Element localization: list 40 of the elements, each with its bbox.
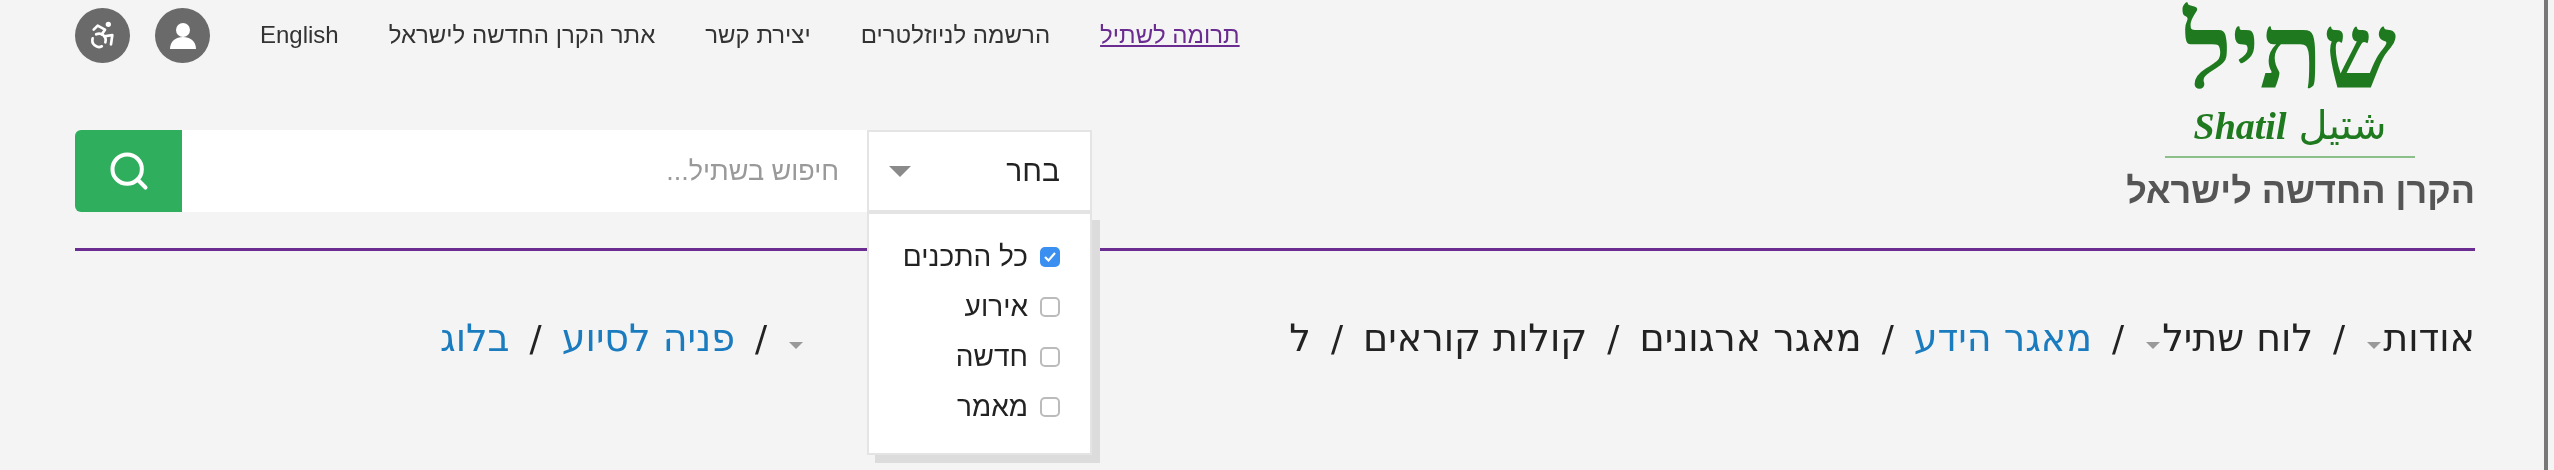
breadcrumb-separator: /	[2112, 317, 2125, 359]
accessibility-button[interactable]	[75, 7, 130, 63]
breadcrumb-separator: /	[1607, 317, 1620, 359]
checkbox[interactable]	[1040, 247, 1060, 267]
logo-tagline: הקרן החדשה לישראל	[2125, 170, 2475, 212]
logo-wordmark: שתיל	[2183, 2, 2397, 102]
logo-latin-text: Shatil	[2193, 104, 2287, 148]
breadcrumb-separator: /	[755, 317, 768, 359]
nav-link[interactable]: לוח שתיל	[2162, 316, 2314, 360]
breadcrumb-separator: /	[529, 317, 542, 359]
nav-link[interactable]: מאגר ארגונים	[1639, 316, 1862, 360]
search-field[interactable]: חיפוש בשתיל...	[182, 130, 867, 212]
nav-link[interactable]: קולות קוראים	[1363, 316, 1588, 360]
search-button[interactable]	[75, 130, 182, 212]
caret-icon	[889, 165, 911, 177]
breadcrumb-separator: /	[1881, 317, 1894, 359]
breadcrumb-separator: /	[1330, 317, 1344, 359]
breadcrumb-separator: /	[2333, 317, 2346, 359]
filter-option[interactable]: אירוע	[869, 292, 1060, 322]
filter-option[interactable]: כל התכנים	[869, 242, 1060, 272]
checkbox[interactable]	[1040, 397, 1060, 417]
content-type-select[interactable]: בחר	[867, 130, 1092, 212]
filter-option[interactable]: מאמר	[869, 392, 1060, 422]
checkbox[interactable]	[1040, 297, 1060, 317]
top-link[interactable]: תרומה לשתיל	[1100, 21, 1240, 49]
nav-link[interactable]: ל	[1289, 316, 1311, 360]
user-icon-button[interactable]	[155, 7, 210, 63]
check-icon	[1043, 250, 1057, 264]
top-link[interactable]: יצירת קשר	[705, 21, 811, 49]
nav-link[interactable]: בלוג	[440, 316, 510, 360]
top-link[interactable]: English	[260, 21, 339, 49]
top-link[interactable]: הרשמה לניוזלטרים	[860, 21, 1051, 49]
nav-link[interactable]: אודות	[2383, 316, 2475, 360]
filter-option[interactable]: חדשה	[869, 342, 1060, 372]
logo-arabic-text: شتيل	[2298, 102, 2387, 148]
checkbox[interactable]	[1040, 347, 1060, 367]
user-icon	[167, 20, 198, 50]
nav-link[interactable]: מאגר הידע	[1913, 316, 2093, 360]
nav-link[interactable]: פניה לסיוע	[561, 316, 735, 360]
top-link[interactable]: אתר הקרן החדשה לישראל	[388, 21, 656, 49]
